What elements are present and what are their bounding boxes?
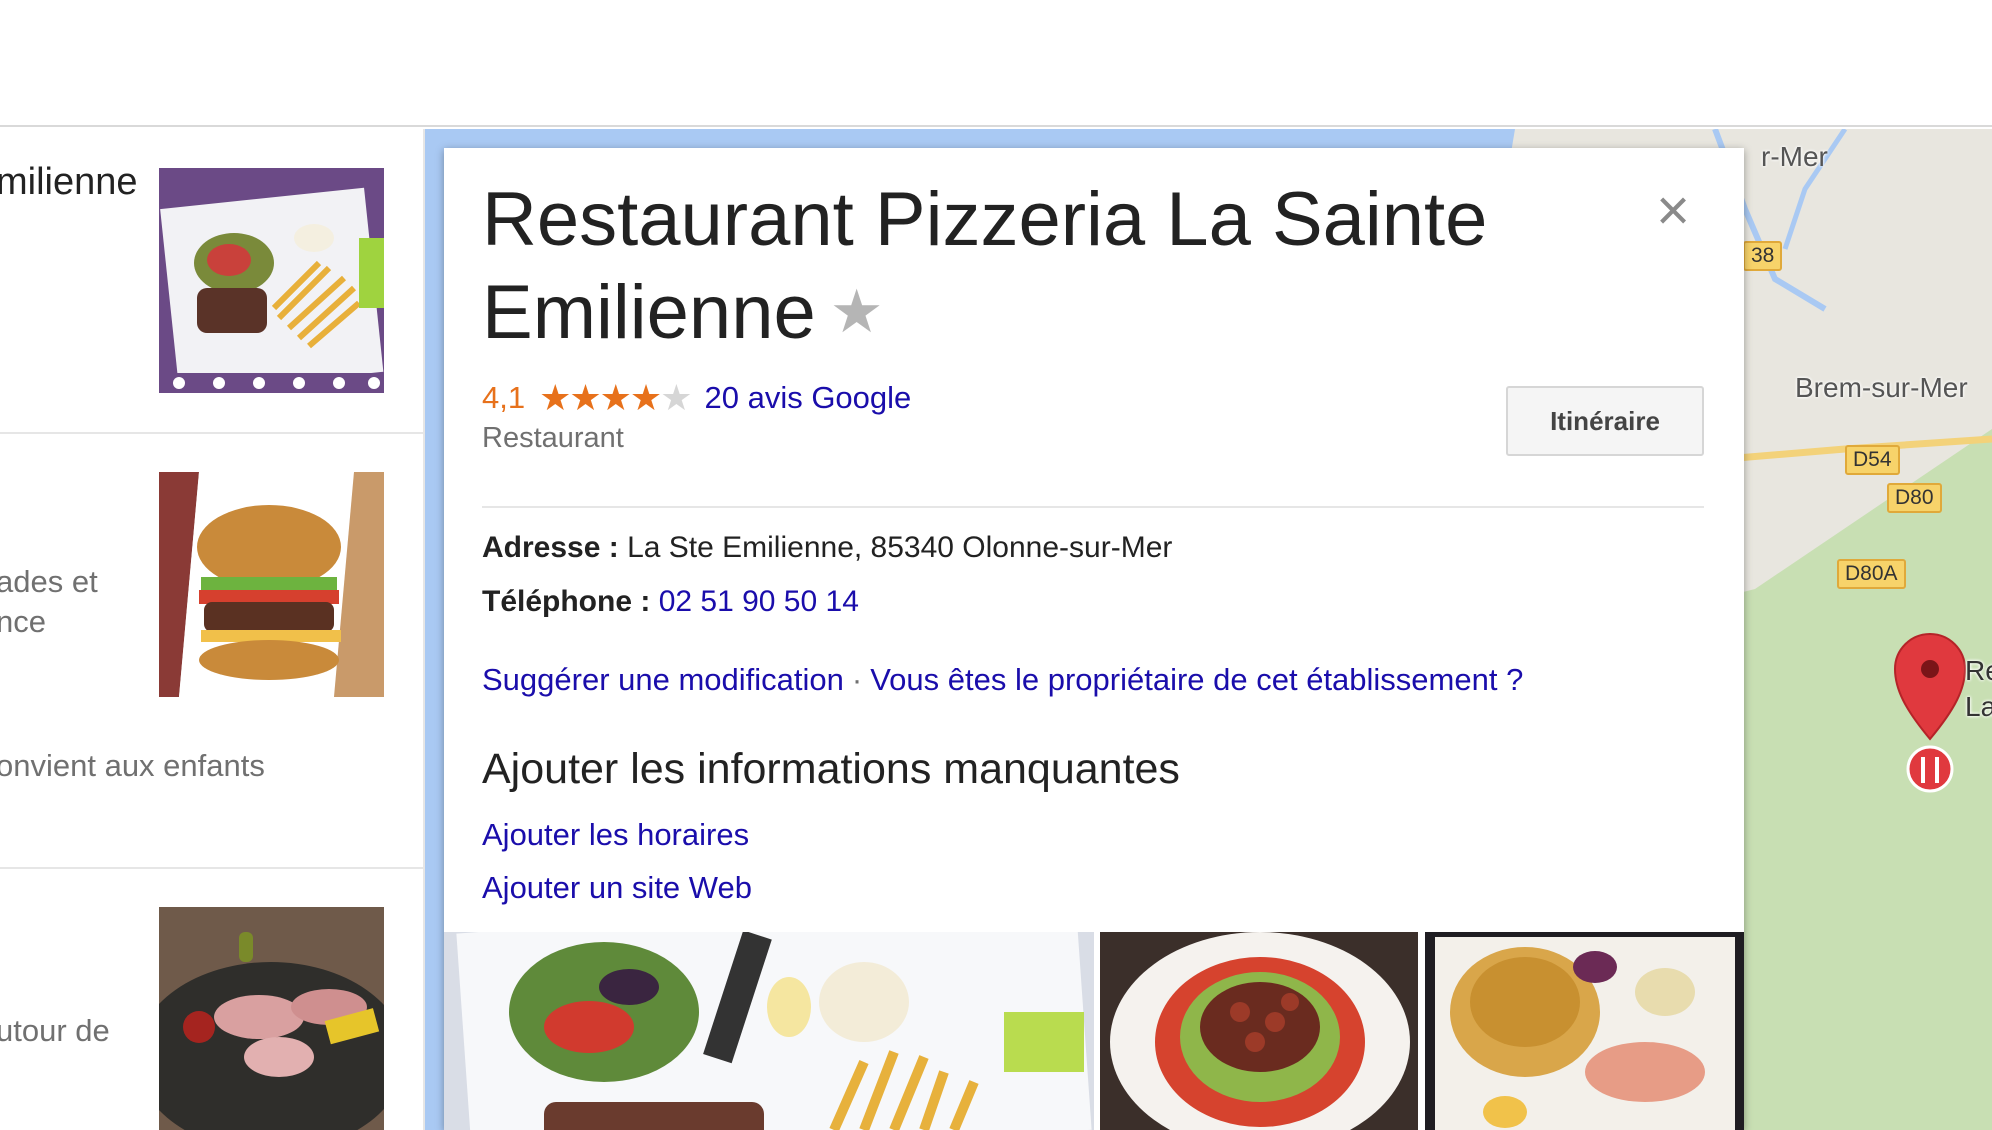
- results-list: milienne ades et nce onvient aux enfants…: [0, 129, 425, 1130]
- result-photo[interactable]: [159, 168, 384, 393]
- list-item[interactable]: utour de: [0, 869, 423, 1130]
- result-subtitle-line: utour de: [0, 1013, 110, 1048]
- place-photo[interactable]: [1100, 932, 1418, 1130]
- rating-stars-icon: ★★★★★: [539, 377, 692, 418]
- road-number-badge: D80A: [1837, 559, 1906, 589]
- address-label: Adresse :: [482, 531, 619, 564]
- missing-info-heading: Ajouter les informations manquantes: [482, 745, 1180, 793]
- rating-row: 4,1 ★★★★★ 20 avis Google: [482, 376, 911, 420]
- result-photo[interactable]: [159, 472, 384, 697]
- place-info-card: Restaurant Pizzeria La Sainte Emilienne ★…: [444, 148, 1744, 1130]
- list-item[interactable]: milienne: [0, 129, 423, 434]
- address-value: La Ste Emilienne, 85340 Olonne-sur-Mer: [627, 531, 1173, 564]
- map-place-label: La: [1965, 691, 1992, 722]
- result-subtitle-line: nce: [0, 604, 46, 639]
- place-category: Restaurant: [482, 422, 624, 454]
- phone-link[interactable]: 02 51 90 50 14: [659, 585, 859, 618]
- reviews-link[interactable]: 20 avis Google: [704, 380, 911, 416]
- suggest-edit-link[interactable]: Suggérer une modification: [482, 662, 844, 697]
- edit-links-row: Suggérer une modification · Vous êtes le p…: [482, 662, 1523, 698]
- add-website-link[interactable]: Ajouter un site Web: [482, 870, 752, 906]
- result-attribute: onvient aux enfants: [0, 748, 265, 783]
- save-star-icon[interactable]: ★: [830, 266, 884, 358]
- map-place-label: Brem-sur-Mer: [1795, 372, 1968, 403]
- top-bar: [0, 0, 1992, 127]
- close-icon[interactable]: ×: [1648, 182, 1698, 240]
- map-place-label: Re: [1965, 655, 1992, 686]
- road-number-badge: D54: [1845, 445, 1900, 475]
- result-title: milienne: [0, 161, 138, 203]
- separator-dot: ·: [851, 662, 863, 697]
- divider: [482, 506, 1704, 508]
- place-photo[interactable]: [444, 932, 1094, 1130]
- directions-button[interactable]: Itinéraire: [1506, 386, 1704, 456]
- place-title-text: Restaurant Pizzeria La Sainte Emilienne: [482, 177, 1488, 355]
- result-subtitle-line: ades et: [0, 564, 98, 599]
- road-number-badge: D80: [1887, 483, 1942, 513]
- phone-label: Téléphone :: [482, 585, 651, 618]
- add-hours-link[interactable]: Ajouter les horaires: [482, 817, 749, 853]
- address-row: Adresse : La Ste Emilienne, 85340 Olonne…: [482, 531, 1172, 565]
- rating-value: 4,1: [482, 380, 526, 415]
- place-title: Restaurant Pizzeria La Sainte Emilienne ★: [482, 174, 1602, 359]
- owner-claim-link[interactable]: Vous êtes le propriétaire de cet établis…: [870, 662, 1523, 697]
- list-item[interactable]: ades et nce onvient aux enfants: [0, 434, 423, 869]
- phone-row: Téléphone : 02 51 90 50 14: [482, 585, 859, 619]
- place-photo[interactable]: [1425, 932, 1744, 1130]
- result-photo[interactable]: [159, 907, 384, 1130]
- road-number-badge: 38: [1743, 241, 1783, 271]
- map-place-label: r-Mer: [1761, 141, 1828, 172]
